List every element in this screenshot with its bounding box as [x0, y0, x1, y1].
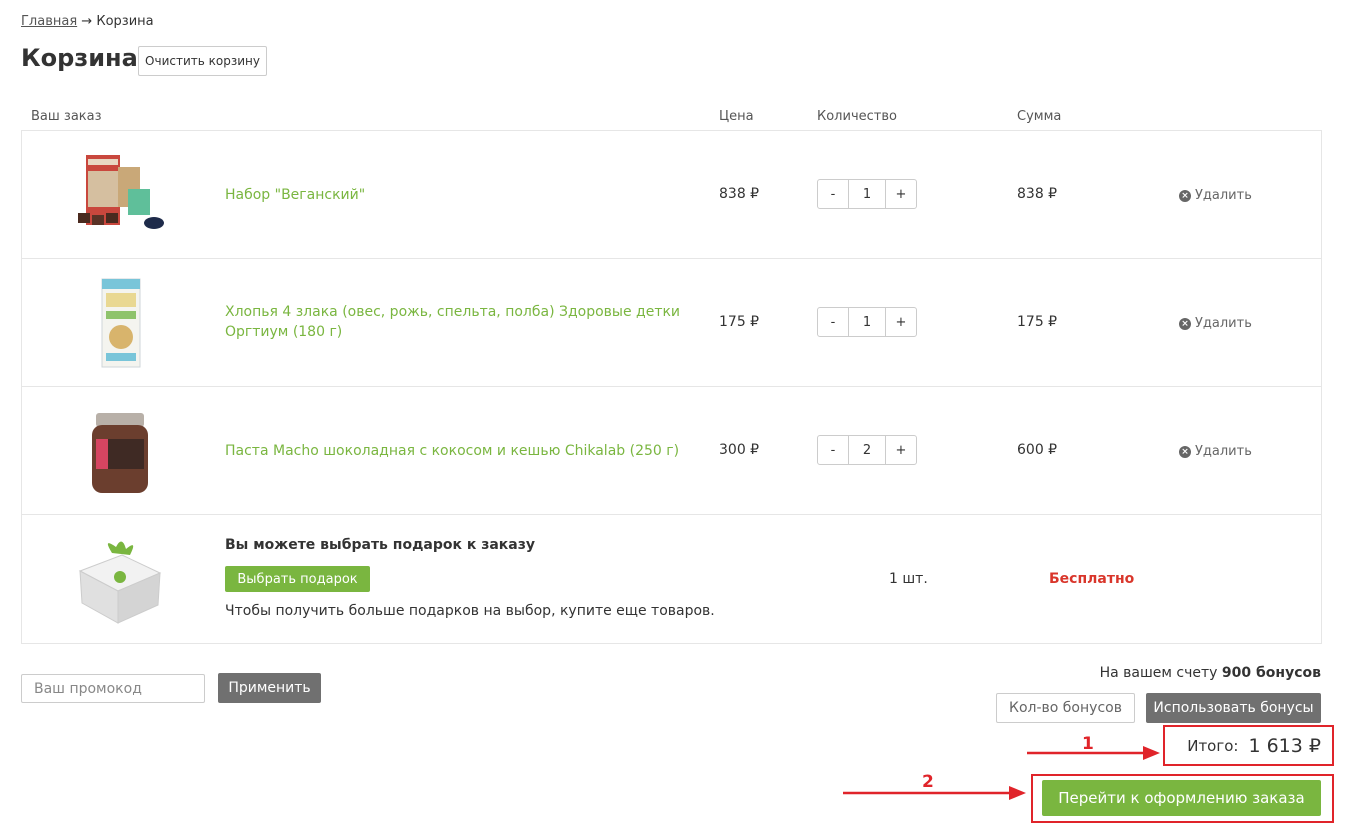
annotation-number-2: 2: [922, 772, 934, 792]
arrow-2-head: [1009, 786, 1026, 800]
annotation-arrows: [843, 746, 1160, 800]
annotation-number-1: 1: [1082, 734, 1094, 754]
arrow-1-head: [1143, 746, 1160, 760]
